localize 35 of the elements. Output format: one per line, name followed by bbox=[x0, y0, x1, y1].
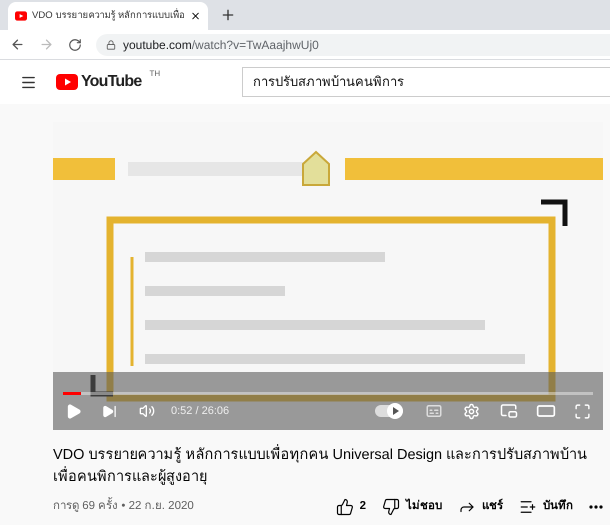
youtube-logo-icon[interactable] bbox=[56, 74, 78, 90]
settings-icon[interactable] bbox=[463, 402, 480, 420]
autoplay-toggle[interactable] bbox=[375, 405, 403, 417]
fullscreen-icon[interactable] bbox=[574, 402, 591, 420]
thumbs-down-icon bbox=[382, 498, 400, 516]
action-button[interactable]: ไม่ชอบ bbox=[382, 498, 442, 516]
close-icon[interactable] bbox=[190, 10, 201, 22]
search-field[interactable]: การปรับสภาพบ้านคนพิการ bbox=[242, 67, 610, 97]
view-count: การดู 69 ครั้ง • 22 ก.ย. 2020 bbox=[53, 498, 194, 516]
action-button[interactable]: บันทึก bbox=[519, 498, 573, 516]
tab-title: VDO บรรยายความรู้ หลักการแบบเพื่อ bbox=[32, 8, 185, 23]
next-icon[interactable] bbox=[102, 404, 117, 418]
list-plus-icon bbox=[519, 498, 537, 516]
subtitles-icon[interactable] bbox=[425, 402, 443, 420]
reload-icon[interactable] bbox=[68, 38, 82, 52]
play-icon[interactable] bbox=[65, 402, 82, 420]
volume-icon[interactable] bbox=[139, 403, 155, 419]
action-button[interactable]: แชร์ bbox=[458, 498, 503, 516]
back-icon[interactable] bbox=[10, 37, 25, 52]
video-title: VDO บรรยายความรู้ หลักการแบบเพื่อทุกคน Universal Design และการปรับสภาพบ้านเพื่อคนพิการและผู้สูงอายุ bbox=[53, 444, 603, 488]
more-icon bbox=[589, 505, 603, 509]
progress-track[interactable] bbox=[63, 392, 593, 395]
lock-icon bbox=[106, 40, 116, 50]
url-text: youtube.com/watch?v=TwAaajhwUj0 bbox=[123, 36, 319, 54]
action-button[interactable]: 2 bbox=[336, 498, 366, 516]
play-logo-icon bbox=[15, 11, 28, 21]
thumbs-up-icon bbox=[336, 498, 354, 516]
address-bar[interactable]: youtube.com/watch?v=TwAaajhwUj0 bbox=[96, 34, 610, 56]
country-code: TH bbox=[149, 68, 160, 80]
browser-tab[interactable]: VDO บรรยายความรู้ หลักการแบบเพื่อ bbox=[8, 2, 208, 30]
logo-wordmark: YouTube bbox=[81, 72, 142, 92]
new-tab-icon[interactable] bbox=[220, 7, 236, 23]
more-button[interactable] bbox=[589, 505, 603, 509]
miniplayer-icon[interactable] bbox=[500, 402, 518, 420]
time-display: 0:52 / 26:06 bbox=[171, 404, 230, 419]
